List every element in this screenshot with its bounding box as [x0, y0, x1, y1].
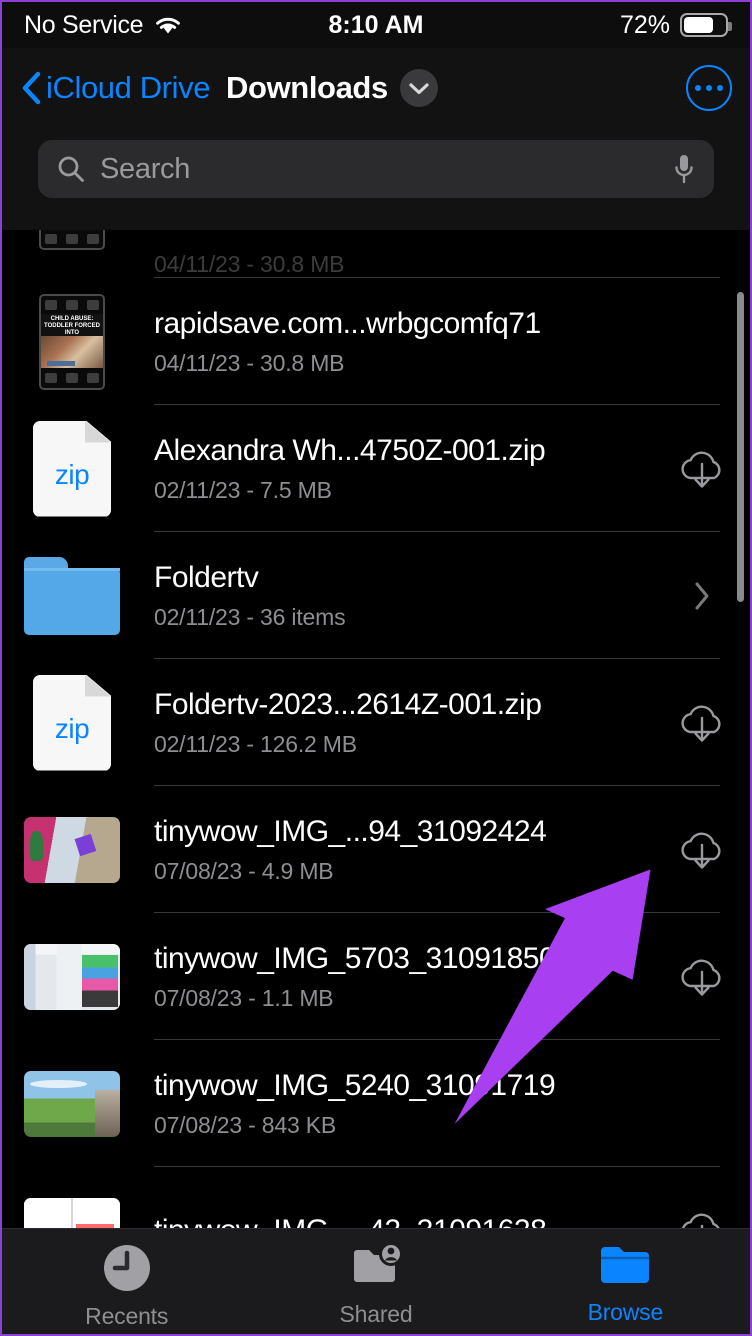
tab-bar: Recents Shared Browse — [2, 1228, 750, 1334]
list-item-subtitle: 07/08/23 - 843 KB — [154, 1111, 337, 1138]
list-item-text: tinywow_IMG_...94_31092424 07/08/23 - 4.… — [154, 815, 674, 885]
status-bar-right: 72% — [619, 10, 732, 40]
list-item-text: tinywow_IMG_5240_31091719 07/08/23 - 843… — [154, 1069, 674, 1139]
list-item-name: Foldertv — [154, 560, 259, 594]
tab-recents[interactable]: Recents — [2, 1241, 251, 1330]
list-item-trailing[interactable] — [674, 446, 730, 492]
list-item-trailing[interactable] — [674, 954, 730, 1000]
list-item-subtitle: 02/11/23 - 36 items — [154, 603, 346, 630]
status-bar-left: No Service — [24, 11, 620, 40]
list-item-text: 04/11/23 - 30.8 MB — [154, 251, 674, 278]
list-item[interactable]: tinywow_IMG_...94_31092424 07/08/23 - 4.… — [2, 786, 750, 913]
chevron-down-icon — [409, 82, 429, 94]
icloud-download-icon[interactable] — [676, 827, 728, 873]
tab-browse[interactable]: Browse — [501, 1241, 750, 1326]
battery-icon — [680, 13, 732, 37]
search-container: Search — [2, 128, 750, 230]
file-list[interactable]: 04/11/23 - 30.8 MB CHILD ABUSE: TODDLER F… — [2, 230, 750, 1228]
list-item[interactable]: zip Alexandra Wh...4750Z-001.zip 02/11/2… — [2, 405, 750, 532]
tab-label: Recents — [85, 1303, 169, 1329]
icloud-download-icon[interactable] — [676, 1208, 728, 1229]
icloud-download-icon[interactable] — [676, 954, 728, 1000]
search-bar[interactable]: Search — [38, 140, 714, 198]
list-item-subtitle: 07/08/23 - 1.1 MB — [154, 984, 334, 1011]
photo-thumbnail — [24, 1056, 120, 1152]
tab-label: Browse — [587, 1299, 664, 1325]
list-item-subtitle: 04/11/23 - 30.8 MB — [154, 251, 345, 277]
zip-file-icon: zip — [24, 674, 120, 771]
icloud-download-icon[interactable] — [676, 700, 728, 746]
list-item[interactable]: zip Foldertv-2023...2614Z-001.zip 02/11/… — [2, 659, 750, 786]
status-bar: No Service 8:10 AM 72% — [2, 2, 750, 48]
list-item-name: tinywow_IMG_5703_31091850 — [154, 941, 556, 975]
list-item-name: Foldertv-2023...2614Z-001.zip — [154, 687, 542, 721]
list-item-subtitle: 04/11/23 - 30.8 MB — [154, 349, 345, 376]
list-item[interactable]: 04/11/23 - 30.8 MB — [2, 230, 750, 278]
list-item-trailing[interactable] — [674, 827, 730, 873]
folder-icon — [24, 548, 120, 644]
tab-label: Shared — [339, 1301, 413, 1327]
battery-percent-label: 72% — [619, 10, 670, 39]
clock-icon — [103, 1245, 150, 1291]
list-item-name: rapidsave.com...wrbgcomfq71 — [154, 306, 541, 340]
shared-folder-person-icon — [353, 1242, 403, 1282]
list-item-text: Alexandra Wh...4750Z-001.zip 02/11/23 - … — [154, 434, 674, 504]
back-button[interactable]: iCloud Drive — [20, 70, 210, 106]
list-item[interactable]: tinywow_IMG_5703_31091850 07/08/23 - 1.1… — [2, 913, 750, 1040]
list-item-name: tinywow_IMG_...94_31092424 — [154, 814, 547, 848]
back-label: iCloud Drive — [46, 70, 211, 105]
list-item-name: tinywow_IMG_5240_31091719 — [154, 1068, 556, 1102]
ellipsis-dot — [695, 85, 701, 91]
icloud-download-icon[interactable] — [676, 446, 728, 492]
title-dropdown-button[interactable] — [399, 69, 438, 107]
list-item-text: tinywow_IMG_5703_31091850 07/08/23 - 1.1… — [154, 942, 674, 1012]
list-item-trailing[interactable] — [674, 581, 730, 611]
wifi-icon — [156, 17, 181, 34]
chevron-right-icon[interactable] — [693, 581, 711, 611]
video-film-thumbnail — [24, 230, 120, 278]
list-item-subtitle: 07/08/23 - 4.9 MB — [154, 857, 334, 884]
video-film-thumbnail: CHILD ABUSE:TODDLER FORCED INTOMASK AGAI… — [24, 293, 120, 390]
list-item[interactable]: CHILD ABUSE:TODDLER FORCED INTOMASK AGAI… — [2, 278, 750, 405]
carrier-label: No Service — [24, 10, 144, 39]
list-item-name: Alexandra Wh...4750Z-001.zip — [154, 433, 546, 467]
zip-file-icon: zip — [24, 420, 120, 517]
folder-icon — [601, 1247, 650, 1283]
microphone-icon[interactable] — [672, 152, 696, 186]
list-item-trailing[interactable] — [674, 1208, 730, 1229]
ellipsis-dot — [706, 85, 712, 91]
list-item-trailing[interactable] — [674, 700, 730, 746]
tab-shared[interactable]: Shared — [251, 1241, 500, 1328]
photo-thumbnail — [24, 1183, 120, 1228]
photo-thumbnail — [24, 802, 120, 898]
search-input[interactable]: Search — [100, 153, 658, 186]
chevron-left-icon — [22, 71, 41, 105]
page-title: Downloads — [226, 70, 388, 105]
ellipsis-dot — [717, 85, 723, 91]
navigation-bar: iCloud Drive Downloads — [2, 48, 750, 128]
list-item-text: rapidsave.com...wrbgcomfq71 04/11/23 - 3… — [154, 307, 674, 377]
list-item-text: tinywow_IMG_...42_31091628 — [154, 1214, 674, 1229]
list-item-subtitle: 02/11/23 - 7.5 MB — [154, 476, 332, 503]
list-item-name: tinywow_IMG_...42_31091628 — [154, 1214, 674, 1229]
search-icon — [58, 156, 84, 182]
photo-thumbnail — [24, 929, 120, 1025]
list-item[interactable]: Foldertv 02/11/23 - 36 items — [2, 532, 750, 659]
iphone-files-app-screen: No Service 8:10 AM 72% iCloud Drive Down… — [0, 0, 752, 1336]
list-item[interactable]: tinywow_IMG_5240_31091719 07/08/23 - 843… — [2, 1040, 750, 1167]
scrollbar-thumb[interactable] — [737, 292, 744, 602]
list-item-text: Foldertv 02/11/23 - 36 items — [154, 561, 674, 631]
more-options-button[interactable] — [686, 65, 732, 111]
list-item-text: Foldertv-2023...2614Z-001.zip 02/11/23 -… — [154, 688, 674, 758]
list-item[interactable]: tinywow_IMG_...42_31091628 — [2, 1167, 750, 1228]
list-item-subtitle: 02/11/23 - 126.2 MB — [154, 730, 357, 757]
